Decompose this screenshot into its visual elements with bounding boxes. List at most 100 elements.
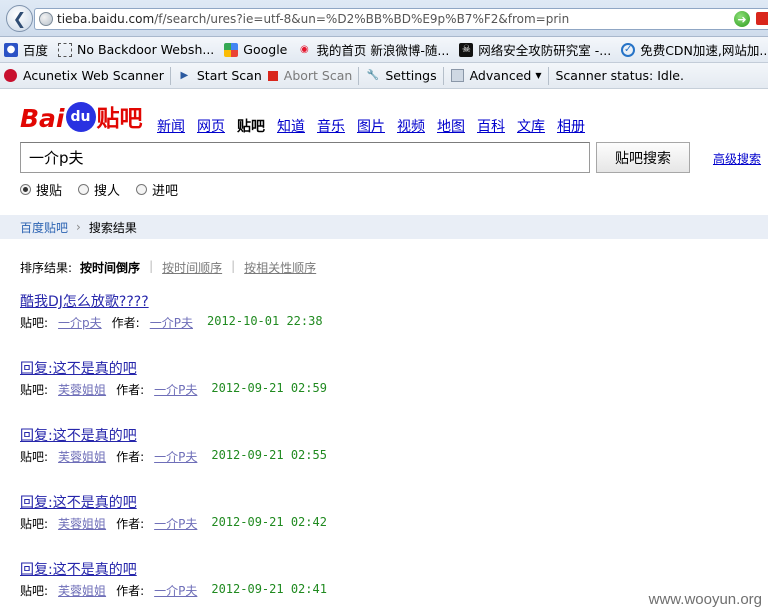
result-author-link[interactable]: 一介P夫 [154, 515, 197, 532]
sort-label: 排序结果: [20, 261, 73, 275]
baidu-tieba-logo[interactable]: Bai du 贴吧 [20, 97, 143, 133]
result-title[interactable]: 回复:这不是真的吧 [20, 358, 137, 378]
start-scan-label: Start Scan [196, 68, 262, 83]
result-item: 回复:这不是真的吧 贴吧: 芙蓉姐姐 作者: 一介P夫 2012-09-21 02:… [20, 358, 327, 398]
result-time: 2012-10-01 22:38 [206, 314, 323, 328]
logo-text-left: Bai [20, 104, 65, 133]
nav-baike[interactable]: 百科 [477, 116, 505, 136]
chevron-right-icon: › [76, 220, 81, 234]
result-time: 2012-09-21 02:55 [211, 448, 327, 462]
nav-music[interactable]: 音乐 [317, 116, 345, 136]
weibo-icon: ◉ [300, 44, 309, 55]
result-meta: 贴吧: 芙蓉姐姐 作者: 一介P夫 2012-09-21 02:41 [20, 582, 327, 599]
toolbar-divider [442, 66, 444, 85]
blank-page-icon [58, 42, 73, 57]
feed-icon[interactable] [756, 12, 768, 25]
nav-album[interactable]: 相册 [557, 116, 585, 136]
result-title[interactable]: 回复:这不是真的吧 [20, 559, 137, 579]
result-bar-link[interactable]: 芙蓉姐姐 [58, 515, 106, 532]
bar-label: 贴吧: [20, 450, 49, 464]
abort-scan-button[interactable]: Abort Scan [267, 68, 353, 83]
result-author-link[interactable]: 一介P夫 [150, 314, 193, 331]
toolbar-divider [358, 66, 360, 85]
bookmark-no-backdoor[interactable]: No Backdoor Websh... [58, 42, 214, 57]
search-type-radios: 搜贴 搜人 进吧 [20, 180, 194, 199]
result-meta: 贴吧: 芙蓉姐姐 作者: 一介P夫 2012-09-21 02:42 [20, 515, 327, 532]
search-input[interactable]: 一介p夫 [20, 142, 590, 173]
watermark: www.wooyun.org [648, 591, 762, 608]
bookmark-baidu[interactable]: ● 百度 [4, 40, 48, 59]
bookmark-google[interactable]: Google [224, 42, 287, 57]
nav-zhidao[interactable]: 知道 [277, 116, 305, 136]
result-bar-link[interactable]: 一介p夫 [58, 314, 102, 331]
play-icon: ▶ [180, 70, 189, 81]
author-label: 作者: [116, 517, 145, 531]
radio-label: 进吧 [152, 184, 179, 199]
result-item: 回复:这不是真的吧 贴吧: 芙蓉姐姐 作者: 一介P夫 2012-09-21 02:… [20, 492, 327, 532]
settings-button[interactable]: 🔧 Settings [366, 68, 437, 83]
radio-search-users[interactable]: 搜人 [78, 180, 120, 199]
bookmark-weibo[interactable]: ◉ 我的首页 新浪微博-随... [297, 40, 449, 59]
nav-video[interactable]: 视频 [397, 116, 425, 136]
result-bar-link[interactable]: 芙蓉姐姐 [58, 381, 106, 398]
acunetix-scanner-button[interactable]: Acunetix Web Scanner [4, 68, 164, 83]
sort-by-time-asc[interactable]: 按时间顺序 [162, 259, 222, 276]
nav-images[interactable]: 图片 [357, 116, 385, 136]
nav-map[interactable]: 地图 [437, 116, 465, 136]
sort-by-relevance[interactable]: 按相关性顺序 [244, 259, 316, 276]
result-meta: 贴吧: 一介p夫 作者: 一介P夫 2012-10-01 22:38 [20, 314, 323, 331]
back-arrow-icon[interactable]: ❮ [6, 5, 33, 32]
url-input[interactable]: tieba.baidu.com/f/search/ures?ie=utf-8&u… [34, 8, 768, 30]
breadcrumb-home[interactable]: 百度贴吧 [20, 219, 68, 236]
advanced-search-link[interactable]: 高级搜索 [713, 150, 761, 167]
result-title[interactable]: 酷我DJ怎么放歌???? [20, 291, 149, 311]
radio-enter-bar[interactable]: 进吧 [136, 180, 178, 199]
acunetix-logo-icon [4, 69, 17, 82]
advanced-dropdown[interactable]: Advanced ▼ [450, 68, 542, 83]
globe-icon [39, 12, 53, 26]
bar-label: 贴吧: [20, 316, 49, 330]
address-bar: ❮ tieba.baidu.com/f/search/ures?ie=utf-8… [0, 0, 768, 37]
logo-paw: du [65, 102, 96, 132]
author-label: 作者: [116, 450, 145, 464]
author-label: 作者: [116, 383, 145, 397]
bookmark-label: 免费CDN加速,网站加... [640, 43, 768, 58]
result-bar-link[interactable]: 芙蓉姐姐 [58, 582, 106, 599]
search-input-value: 一介p夫 [29, 149, 84, 167]
go-arrow-icon[interactable]: ➜ [734, 11, 750, 27]
sort-current: 按时间倒序 [80, 261, 141, 275]
bar-label: 贴吧: [20, 517, 49, 531]
radio-search-posts[interactable]: 搜贴 [20, 180, 62, 199]
dropdown-arrow-icon: ▼ [535, 71, 542, 80]
bookmark-label: 我的首页 新浪微博-随... [316, 43, 450, 58]
radio-label: 搜贴 [36, 184, 63, 199]
result-author-link[interactable]: 一介P夫 [154, 448, 197, 465]
bar-label: 贴吧: [20, 584, 49, 598]
result-title[interactable]: 回复:这不是真的吧 [20, 425, 137, 445]
advanced-label: Advanced [469, 68, 532, 83]
bookmarks-bar: ● 百度 No Backdoor Websh... Google ◉ 我的首页 新浪… [0, 37, 768, 63]
start-scan-button[interactable]: ▶ Start Scan [178, 68, 262, 83]
abort-scan-label: Abort Scan [283, 68, 353, 83]
product-nav: 新闻 网页 贴吧 知道 音乐 图片 视频 地图 百科 文库 相册 [157, 116, 597, 136]
nav-web[interactable]: 网页 [197, 116, 225, 136]
google-icon [224, 42, 239, 57]
nav-news[interactable]: 新闻 [157, 116, 185, 136]
result-bar-link[interactable]: 芙蓉姐姐 [58, 448, 106, 465]
tieba-search-button[interactable]: 贴吧搜索 [596, 142, 690, 173]
bookmark-security-lab[interactable]: ☠ 网络安全攻防研究室 -... [459, 40, 611, 59]
bookmark-label: 网络安全攻防研究室 -... [478, 43, 612, 58]
scanner-status: Scanner status: Idle. [556, 68, 684, 83]
bookmark-cdn[interactable]: ✓ 免费CDN加速,网站加... [621, 40, 768, 59]
wrench-icon: 🔧 [366, 70, 380, 81]
scanner-status-text: Scanner status: Idle. [555, 68, 684, 83]
toolbar-divider [169, 66, 171, 85]
sort-divider: | [231, 259, 236, 273]
result-time: 2012-09-21 02:59 [211, 381, 327, 395]
nav-wenku[interactable]: 文库 [517, 116, 545, 136]
url-text: tieba.baidu.com/f/search/ures?ie=utf-8&u… [57, 12, 570, 26]
result-author-link[interactable]: 一介P夫 [154, 582, 197, 599]
result-title[interactable]: 回复:这不是真的吧 [20, 492, 137, 512]
result-author-link[interactable]: 一介P夫 [154, 381, 197, 398]
acunetix-toolbar: Acunetix Web Scanner ▶ Start Scan Abort S… [0, 63, 768, 89]
